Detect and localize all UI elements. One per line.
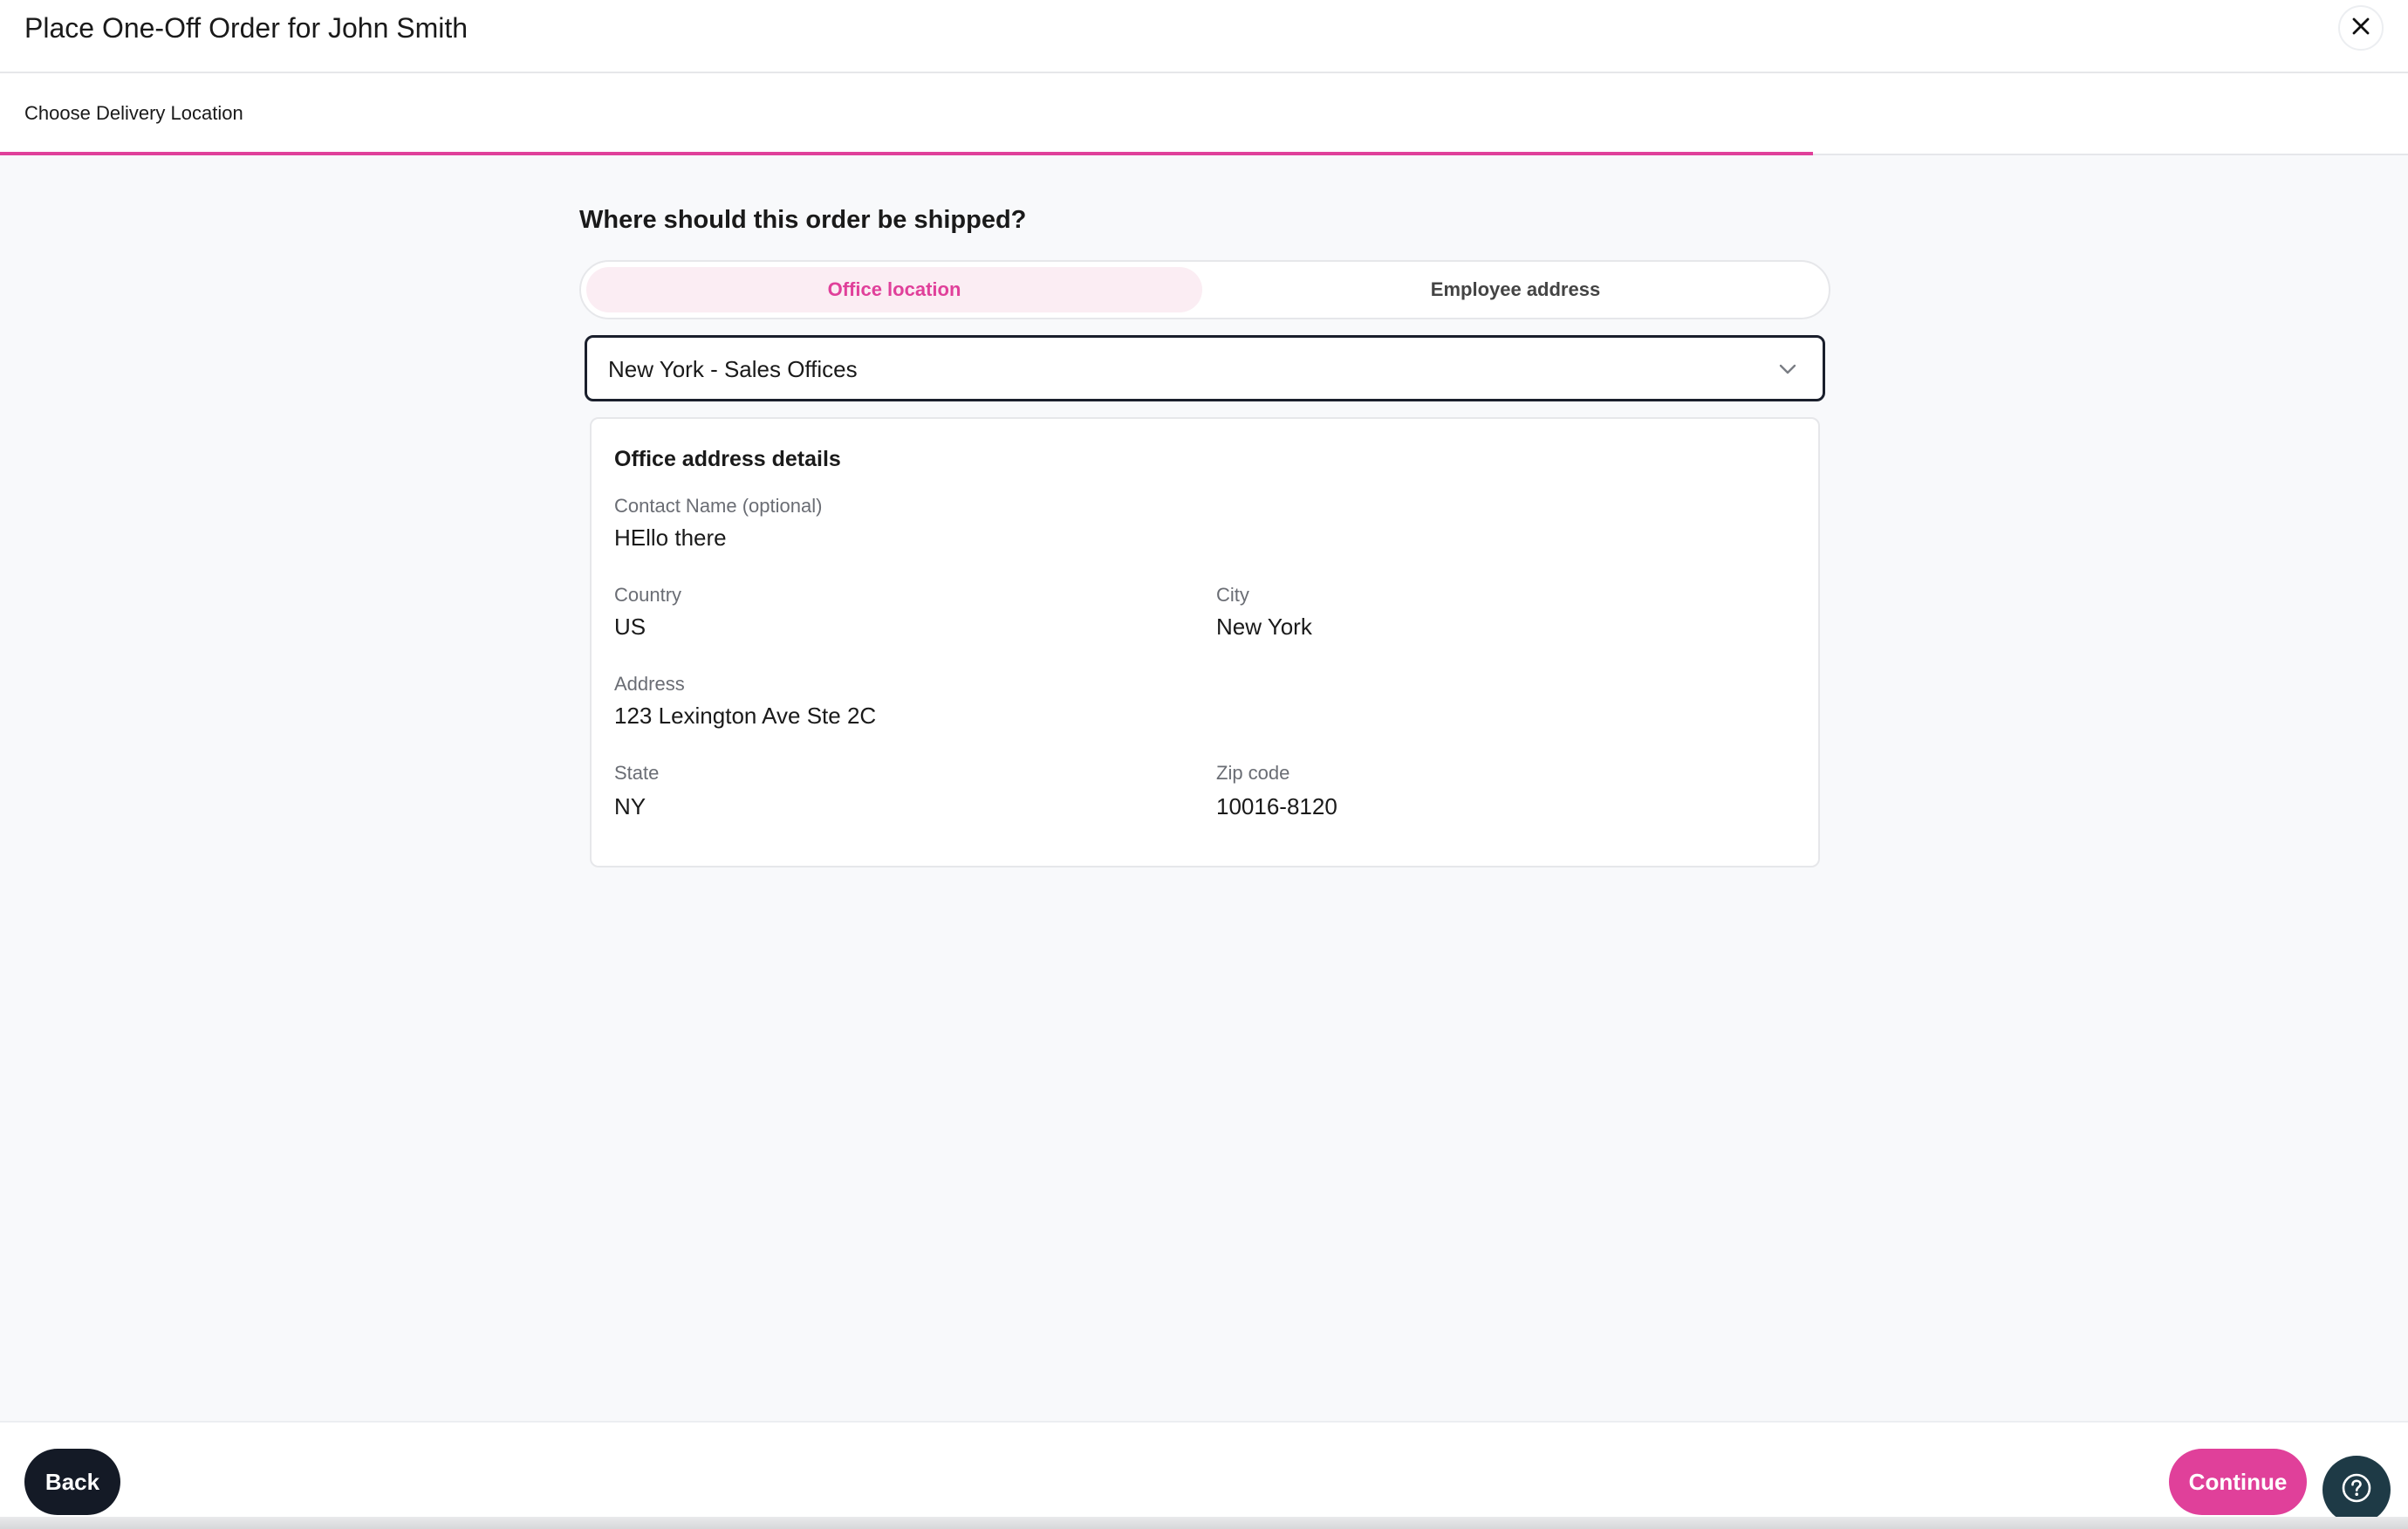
city-value: New York xyxy=(1216,614,1312,640)
location-type-toggle: Office location Employee address xyxy=(579,260,1830,319)
modal-header: Place One-Off Order for John Smith xyxy=(0,0,2408,73)
step-bar: Choose Delivery Location xyxy=(0,73,2408,155)
window-bottom-edge xyxy=(0,1517,2408,1529)
office-location-select[interactable]: New York - Sales Offices xyxy=(585,335,1825,401)
address-label: Address xyxy=(614,673,685,695)
state-label: State xyxy=(614,762,660,784)
page-title: Place One-Off Order for John Smith xyxy=(24,12,469,44)
continue-button[interactable]: Continue xyxy=(2169,1449,2307,1515)
contact-name-label: Contact Name (optional) xyxy=(614,495,823,517)
modal-footer: Back Continue xyxy=(0,1421,2408,1529)
back-button[interactable]: Back xyxy=(24,1449,120,1515)
toggle-office-location[interactable]: Office location xyxy=(586,267,1202,312)
city-label: City xyxy=(1216,584,1249,606)
help-button[interactable] xyxy=(2322,1456,2391,1524)
chevron-down-icon xyxy=(1775,357,1800,381)
country-label: Country xyxy=(614,584,682,606)
progress-bar-fill xyxy=(0,152,1814,155)
zip-code-value: 10016-8120 xyxy=(1216,793,1337,819)
contact-name-value: HEllo there xyxy=(614,525,727,551)
close-icon xyxy=(2350,16,2371,41)
state-value: NY xyxy=(614,793,646,819)
toggle-employee-address[interactable]: Employee address xyxy=(1207,267,1823,312)
card-title: Office address details xyxy=(614,447,841,471)
help-icon xyxy=(2340,1471,2373,1509)
zip-code-label: Zip code xyxy=(1216,762,1290,784)
step-label: Choose Delivery Location xyxy=(24,102,243,124)
selected-location: New York - Sales Offices xyxy=(608,356,858,382)
office-address-card: Office address details Contact Name (opt… xyxy=(590,417,1820,867)
close-button[interactable] xyxy=(2338,5,2384,51)
country-value: US xyxy=(614,614,646,640)
shipping-question: Where should this order be shipped? xyxy=(579,206,1027,234)
address-value: 123 Lexington Ave Ste 2C xyxy=(614,703,877,729)
